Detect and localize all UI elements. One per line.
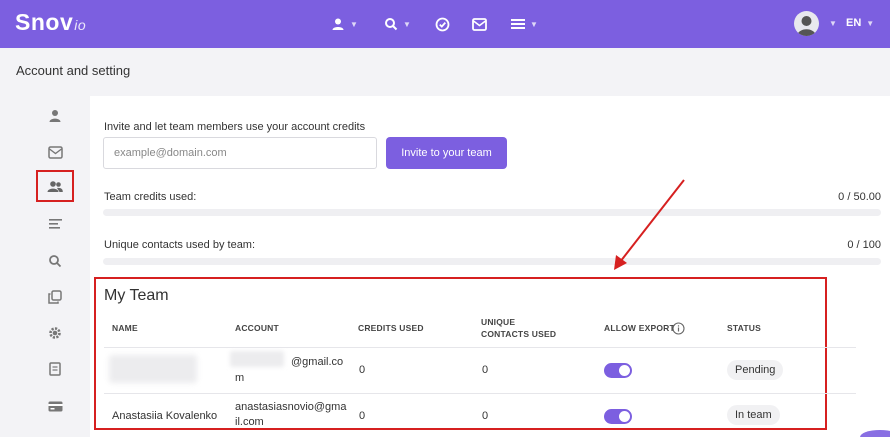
team-icon [47, 180, 63, 192]
my-team-section: My Team NAME ACCOUNT CREDITS USED UNIQUE… [94, 277, 856, 430]
nav-contacts-menu[interactable]: ▼ [331, 14, 358, 34]
chevron-down-icon[interactable]: ▼ [829, 19, 837, 28]
member-account-line1: anastasiasnovio@gma [235, 401, 347, 413]
column-header-account: ACCOUNT [235, 323, 279, 333]
nav-campaigns[interactable] [472, 14, 487, 34]
brand-logo[interactable]: Snovio [15, 9, 86, 36]
account-redacted [230, 351, 284, 367]
unique-contacts-value: 0 / 100 [847, 239, 881, 251]
check-circle-icon [435, 17, 450, 31]
member-credits: 0 [359, 410, 366, 422]
unique-contacts-bar [103, 258, 881, 265]
list-icon [48, 219, 62, 229]
row-divider [104, 393, 856, 394]
sidebar-item-settings[interactable] [36, 317, 74, 349]
member-contacts: 0 [482, 364, 489, 376]
sidebar-item-lists[interactable] [36, 208, 74, 240]
nav-verify[interactable] [435, 14, 450, 34]
invite-button[interactable]: Invite to your team [386, 137, 507, 169]
member-account-line2: il.com [235, 416, 264, 428]
language-selector[interactable]: EN ▼ [846, 17, 874, 29]
menu-icon [511, 19, 525, 29]
sidebar-item-team[interactable] [36, 170, 74, 202]
status-badge: Pending [727, 360, 784, 380]
info-icon[interactable] [672, 322, 685, 335]
chevron-down-icon: ▼ [350, 19, 358, 29]
top-bar: Snovio ▼ ▼ ▼ ▼ EN ▼ [0, 0, 890, 48]
user-icon [332, 18, 344, 30]
sidebar-item-profile[interactable] [36, 100, 74, 132]
allow-export-toggle[interactable] [604, 409, 632, 424]
allow-export-toggle[interactable] [604, 363, 632, 378]
sidebar-item-search[interactable] [36, 245, 74, 277]
status-badge: In team [727, 405, 780, 425]
sidebar-item-payment[interactable] [36, 390, 74, 422]
column-header-name: NAME [112, 323, 138, 333]
column-header-unique-contacts: UNIQUE CONTACTS USED [481, 317, 557, 339]
nav-search-menu[interactable]: ▼ [384, 14, 411, 34]
member-credits: 0 [359, 364, 366, 376]
invite-label: Invite and let team members use your acc… [104, 121, 366, 133]
search-icon [49, 255, 62, 268]
sidebar-item-email[interactable] [36, 136, 74, 168]
copy-icon [48, 290, 62, 304]
member-name: Anastasiia Kovalenko [112, 410, 218, 422]
team-settings-panel: Invite and let team members use your acc… [90, 96, 890, 437]
search-icon [385, 18, 398, 31]
gear-icon [49, 327, 61, 339]
invite-email-input[interactable] [103, 137, 377, 169]
sidebar-item-billing[interactable] [36, 353, 74, 385]
mail-icon [472, 17, 487, 31]
team-credits-label: Team credits used: [104, 191, 197, 203]
column-header-credits: CREDITS USED [358, 323, 424, 333]
team-credits-value: 0 / 50.00 [838, 191, 881, 203]
header-divider [104, 347, 856, 348]
team-title: My Team [104, 287, 169, 304]
member-account-line2: m [235, 372, 245, 384]
user-avatar[interactable] [794, 11, 819, 36]
member-name-redacted [109, 355, 197, 383]
nav-more-menu[interactable]: ▼ [511, 14, 538, 34]
chevron-down-icon: ▼ [530, 19, 538, 29]
page-title: Account and setting [16, 63, 131, 78]
card-icon [48, 401, 62, 411]
column-header-allow-export: ALLOW EXPORT [604, 323, 675, 333]
sidebar-item-duplicates[interactable] [36, 281, 74, 313]
column-header-status: STATUS [727, 323, 761, 333]
mail-icon [47, 145, 63, 159]
user-icon [49, 110, 61, 122]
unique-contacts-label: Unique contacts used by team: [104, 239, 256, 251]
team-credits-bar [103, 209, 881, 216]
member-account-line1: @gmail.co [291, 356, 344, 368]
document-icon [49, 362, 61, 376]
chevron-down-icon: ▼ [403, 19, 411, 29]
member-contacts: 0 [482, 410, 489, 422]
